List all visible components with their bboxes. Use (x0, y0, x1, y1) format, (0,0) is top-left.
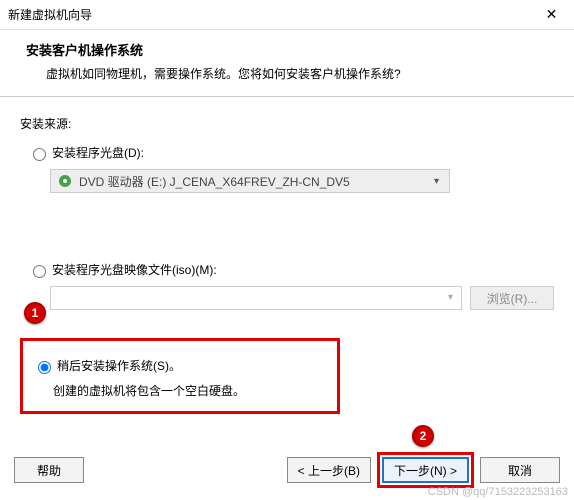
callout-badge-2: 2 (412, 425, 434, 447)
page-subtitle: 虚拟机如同物理机，需要操作系统。您将如何安装客户机操作系统? (46, 65, 554, 82)
disc-dropdown[interactable]: DVD 驱动器 (E:) J_CENA_X64FREV_ZH-CN_DV5 ▾ (50, 169, 450, 193)
content-area: 安装来源: 安装程序光盘(D): DVD 驱动器 (E:) J_CENA_X64… (0, 97, 574, 414)
watermark: CSDN @qq/7153223253163 (428, 486, 568, 498)
page-title: 安装客户机操作系统 (26, 40, 554, 59)
next-button[interactable]: 下一步(N) > (382, 457, 469, 483)
wizard-header: 安装客户机操作系统 虚拟机如同物理机，需要操作系统。您将如何安装客户机操作系统? (0, 30, 574, 97)
iso-path-input[interactable]: ▾ (50, 286, 462, 310)
chevron-down-icon: ▾ (448, 292, 453, 303)
disc-icon (57, 173, 73, 189)
callout-badge-1: 1 (24, 302, 46, 324)
radio-iso-label: 安装程序光盘映像文件(iso)(M): (52, 261, 217, 278)
cancel-button[interactable]: 取消 (480, 457, 560, 483)
disc-dropdown-text: DVD 驱动器 (E:) J_CENA_X64FREV_ZH-CN_DV5 (79, 173, 424, 190)
back-button[interactable]: < 上一步(B) (287, 457, 371, 483)
radio-option-iso[interactable]: 安装程序光盘映像文件(iso)(M): (28, 261, 554, 278)
browse-button: 浏览(R)... (470, 286, 554, 310)
radio-option-disc[interactable]: 安装程序光盘(D): (28, 144, 554, 161)
radio-later-input[interactable] (38, 361, 51, 374)
help-button[interactable]: 帮助 (14, 457, 84, 483)
chevron-down-icon: ▾ (424, 176, 449, 187)
wizard-footer: 帮助 < 上一步(B) 2 下一步(N) > 取消 (0, 452, 574, 488)
close-button[interactable]: ✕ (529, 0, 574, 30)
radio-later-label: 稍后安装操作系统(S)。 (57, 357, 181, 374)
section-label: 安装来源: (20, 115, 554, 132)
window-title: 新建虚拟机向导 (8, 6, 92, 23)
close-icon: ✕ (546, 6, 558, 23)
option-later-desc: 创建的虚拟机将包含一个空白硬盘。 (53, 382, 327, 399)
titlebar: 新建虚拟机向导 ✕ (0, 0, 574, 30)
radio-iso-input[interactable] (33, 265, 46, 278)
highlight-box-next: 2 下一步(N) > (377, 452, 474, 488)
radio-disc-input[interactable] (33, 148, 46, 161)
radio-disc-label: 安装程序光盘(D): (52, 144, 144, 161)
radio-option-later[interactable]: 稍后安装操作系统(S)。 (33, 357, 327, 374)
iso-input-row: ▾ 浏览(R)... (50, 286, 554, 310)
highlight-box-option-later: 稍后安装操作系统(S)。 创建的虚拟机将包含一个空白硬盘。 (20, 338, 340, 414)
